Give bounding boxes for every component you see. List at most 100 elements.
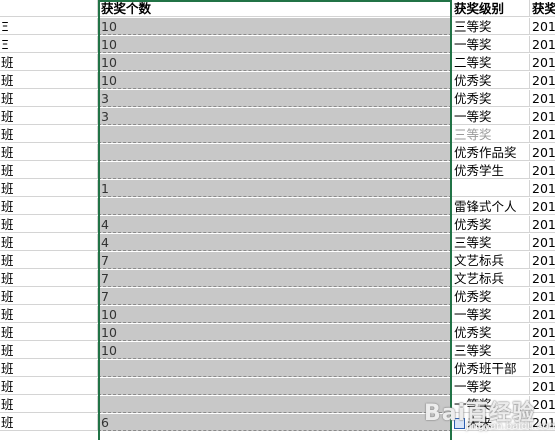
- cell-award-count[interactable]: 1: [98, 180, 452, 197]
- cell-award-count[interactable]: 10: [98, 324, 452, 341]
- table-row: 班 10 二等奖 201: [0, 54, 555, 72]
- cell-award-count[interactable]: 10: [98, 306, 452, 323]
- cell-award-count[interactable]: [98, 360, 452, 377]
- baidu-watermark-url: jingyan.baidu.com: [466, 421, 555, 432]
- cell-award-level[interactable]: 三等奖: [452, 18, 530, 35]
- cell-award-level[interactable]: 优秀奖: [452, 90, 530, 107]
- cell-award-count[interactable]: [98, 396, 452, 413]
- header-row: 获奖个数 获奖级别 获奖: [0, 0, 555, 18]
- cell-award-count[interactable]: 4: [98, 216, 452, 233]
- cell-award-level[interactable]: 三等奖: [452, 234, 530, 251]
- cell-award-level[interactable]: 优秀奖: [452, 288, 530, 305]
- cell-class[interactable]: 班: [0, 90, 98, 107]
- cell-award-date[interactable]: 201: [530, 252, 555, 269]
- cell-class[interactable]: Ξ: [0, 36, 98, 53]
- cell-class[interactable]: 班: [0, 342, 98, 359]
- cell-award-date[interactable]: 201: [530, 108, 555, 125]
- spreadsheet-grid[interactable]: 获奖个数 获奖级别 获奖 Ξ 10 三等奖 201 Ξ 10 一等奖 201 班 10 二等奖 201…: [0, 0, 555, 440]
- cell-award-date[interactable]: 201: [530, 234, 555, 251]
- cell-award-level[interactable]: 三等奖: [452, 342, 530, 359]
- cell-award-level[interactable]: 优秀学生: [452, 162, 530, 179]
- header-cell-award-count[interactable]: 获奖个数: [98, 0, 452, 17]
- cell-award-count[interactable]: 10: [98, 18, 452, 35]
- cell-class[interactable]: 班: [0, 216, 98, 233]
- cell-class[interactable]: 班: [0, 270, 98, 287]
- cell-award-count[interactable]: 10: [98, 342, 452, 359]
- cell-award-date[interactable]: 201: [530, 306, 555, 323]
- cell-award-date[interactable]: 201: [530, 216, 555, 233]
- cell-award-level[interactable]: 优秀作品奖: [452, 144, 530, 161]
- table-row: 班 优秀学生 201: [0, 162, 555, 180]
- cell-award-date[interactable]: 201: [530, 144, 555, 161]
- cell-award-level[interactable]: 雷锋式个人: [452, 198, 530, 215]
- cell-award-count[interactable]: [98, 378, 452, 395]
- cell-award-count[interactable]: [98, 198, 452, 215]
- table-row: 班 1 201: [0, 180, 555, 198]
- cell-award-count[interactable]: [98, 126, 452, 143]
- cell-award-level[interactable]: 一等奖: [452, 36, 530, 53]
- cell-award-date[interactable]: 201: [530, 288, 555, 305]
- cell-award-count[interactable]: [98, 162, 452, 179]
- cell-class[interactable]: 班: [0, 108, 98, 125]
- header-cell-award-level[interactable]: 获奖级别: [452, 0, 530, 17]
- cell-class[interactable]: Ξ: [0, 18, 98, 35]
- cell-award-count[interactable]: 10: [98, 72, 452, 89]
- cell-award-level[interactable]: 二等奖: [452, 54, 530, 71]
- table-row: 班 优秀作品奖 201: [0, 144, 555, 162]
- cell-award-date[interactable]: 201: [530, 180, 555, 197]
- cell-award-level[interactable]: 优秀奖: [452, 324, 530, 341]
- cell-award-level[interactable]: 一等奖: [452, 108, 530, 125]
- header-cell-award-date[interactable]: 获奖: [530, 0, 555, 17]
- cell-award-level[interactable]: 优秀奖: [452, 72, 530, 89]
- cell-class[interactable]: 班: [0, 396, 98, 413]
- cell-class[interactable]: 班: [0, 126, 98, 143]
- cell-award-count[interactable]: 7: [98, 270, 452, 287]
- cell-award-count[interactable]: 3: [98, 108, 452, 125]
- cell-class[interactable]: 班: [0, 252, 98, 269]
- cell-award-date[interactable]: 201: [530, 360, 555, 377]
- table-row: 班 4 优秀奖 201: [0, 216, 555, 234]
- cell-class[interactable]: 班: [0, 324, 98, 341]
- cell-class[interactable]: 班: [0, 378, 98, 395]
- header-cell-a[interactable]: [0, 0, 98, 17]
- cell-class[interactable]: 班: [0, 180, 98, 197]
- cell-award-date[interactable]: 201: [530, 126, 555, 143]
- cell-class[interactable]: 班: [0, 306, 98, 323]
- cell-award-count[interactable]: 3: [98, 90, 452, 107]
- cell-award-level[interactable]: 优秀奖: [452, 216, 530, 233]
- cell-award-level[interactable]: 三等奖: [452, 126, 530, 143]
- cell-award-level[interactable]: 文艺标兵: [452, 252, 530, 269]
- cell-award-level[interactable]: [452, 180, 530, 197]
- cell-award-date[interactable]: 201: [530, 90, 555, 107]
- cell-class[interactable]: 班: [0, 414, 98, 431]
- cell-award-count[interactable]: 6: [98, 414, 452, 431]
- cell-award-level[interactable]: 文艺标兵: [452, 270, 530, 287]
- cell-award-level[interactable]: 一等奖: [452, 306, 530, 323]
- cell-class[interactable]: 班: [0, 234, 98, 251]
- cell-award-count[interactable]: 10: [98, 36, 452, 53]
- cell-award-date[interactable]: 201: [530, 342, 555, 359]
- cell-award-level[interactable]: 一等奖: [452, 378, 530, 395]
- cell-class[interactable]: 班: [0, 54, 98, 71]
- cell-class[interactable]: 班: [0, 198, 98, 215]
- cell-award-level[interactable]: 优秀班干部: [452, 360, 530, 377]
- cell-award-date[interactable]: 201: [530, 54, 555, 71]
- cell-class[interactable]: 班: [0, 72, 98, 89]
- cell-award-count[interactable]: 7: [98, 252, 452, 269]
- cell-award-date[interactable]: 201: [530, 378, 555, 395]
- cell-award-date[interactable]: 201: [530, 324, 555, 341]
- cell-award-count[interactable]: 7: [98, 288, 452, 305]
- cell-class[interactable]: 班: [0, 162, 98, 179]
- cell-class[interactable]: 班: [0, 360, 98, 377]
- cell-class[interactable]: 班: [0, 144, 98, 161]
- cell-award-count[interactable]: 4: [98, 234, 452, 251]
- cell-award-date[interactable]: 201: [530, 72, 555, 89]
- cell-award-date[interactable]: 201: [530, 162, 555, 179]
- cell-award-date[interactable]: 201: [530, 198, 555, 215]
- cell-class[interactable]: 班: [0, 288, 98, 305]
- cell-award-count[interactable]: 10: [98, 54, 452, 71]
- cell-award-date[interactable]: 201: [530, 36, 555, 53]
- cell-award-date[interactable]: 201: [530, 18, 555, 35]
- cell-award-date[interactable]: 201: [530, 270, 555, 287]
- cell-award-count[interactable]: [98, 144, 452, 161]
